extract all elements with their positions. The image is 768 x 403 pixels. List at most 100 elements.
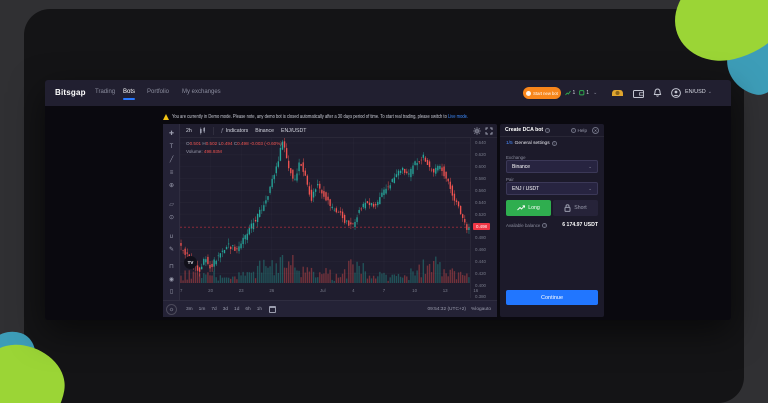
activity-indicators[interactable]: 11 ⌄ bbox=[565, 87, 597, 99]
price-tick: 0.520 bbox=[475, 212, 486, 217]
timeframe-button[interactable]: 2h bbox=[186, 128, 192, 134]
auto-scale-button[interactable]: auto bbox=[482, 307, 491, 312]
price-tick: 0.560 bbox=[475, 188, 486, 193]
time-tick: 20 bbox=[208, 288, 213, 293]
indicators-label: Indicators bbox=[226, 128, 249, 134]
clock-label[interactable]: 09:54:32 (UTC+2) bbox=[427, 307, 466, 312]
time-tick: 16 bbox=[473, 288, 478, 293]
time-tick: 4 bbox=[352, 288, 354, 293]
step-help-icon[interactable]: ? bbox=[552, 141, 557, 146]
expand-chart-icon[interactable] bbox=[485, 127, 493, 135]
price-tick: 0.420 bbox=[475, 271, 486, 276]
trash-tool-icon[interactable]: ▯ bbox=[163, 287, 180, 298]
long-button[interactable]: Long bbox=[506, 200, 551, 216]
help-label: Help bbox=[578, 128, 587, 133]
rewards-icon[interactable] bbox=[611, 88, 624, 98]
exchange-select[interactable]: Binance ⌄ bbox=[506, 160, 598, 173]
nav-item-portfolio[interactable]: Portfolio bbox=[147, 89, 169, 95]
pair-button[interactable]: ENJ/USDT bbox=[281, 128, 306, 134]
demo-mode-banner: You are currently in Demo mode. Please n… bbox=[163, 110, 533, 124]
notifications-bell-icon[interactable] bbox=[653, 88, 662, 98]
chart-panel: ✚ T ╱ ≡ ⊕ ▱ ⊙ ∪ ✎ ⊓ ◉▯ 2h ƒ Indicators Binance ENJ… bbox=[163, 124, 497, 317]
range-7d-button[interactable]: 7d bbox=[211, 307, 216, 312]
candlestick-chart[interactable] bbox=[180, 138, 470, 283]
app-window: Bitsgap Trading Bots Portfolio My exchanges… bbox=[45, 80, 731, 320]
draw-tool-icon[interactable]: ✎ bbox=[163, 245, 180, 256]
chevron-down-icon: ⌄ bbox=[708, 89, 712, 95]
eye-tool-icon[interactable]: ◉ bbox=[163, 275, 180, 286]
live-mode-link[interactable]: Live mode. bbox=[448, 114, 468, 120]
navbar-icons bbox=[611, 85, 681, 101]
active-deals-indicator[interactable]: 1 bbox=[579, 90, 589, 96]
range-buttons: 3m 1m 7d 3d 1d 6h 1h bbox=[183, 307, 265, 312]
zoom-tool-icon[interactable]: ⊙ bbox=[163, 213, 180, 224]
price-axis[interactable]: 0.6400.6200.6000.5800.5600.5400.5200.480… bbox=[470, 138, 497, 298]
range-3m-button[interactable]: 3m bbox=[186, 307, 193, 312]
exchange-button[interactable]: Binance bbox=[255, 128, 274, 134]
function-icon: ƒ bbox=[221, 128, 224, 134]
trendline-tool-icon[interactable]: ╱ bbox=[163, 155, 180, 166]
banner-text: You are currently in Demo mode. Please n… bbox=[172, 114, 448, 120]
balance-label: Available balance ? bbox=[506, 223, 547, 228]
start-new-bot-label: Start new bot bbox=[533, 91, 558, 96]
time-tick: Jul bbox=[320, 288, 326, 293]
text-tool-icon[interactable]: T bbox=[163, 142, 180, 153]
indicators-button[interactable]: ƒ Indicators bbox=[221, 128, 249, 134]
chevron-down-icon: ⌄ bbox=[588, 186, 592, 192]
shapes-tool-icon[interactable]: ⊕ bbox=[163, 181, 180, 192]
locale-selector[interactable]: EN/USD ⌄ bbox=[685, 89, 712, 95]
active-bots-indicator[interactable]: 1 bbox=[565, 90, 575, 96]
ideas-bulb-icon[interactable]: ☼ bbox=[166, 304, 177, 315]
step-title: General settings bbox=[515, 141, 550, 146]
long-label: Long bbox=[528, 205, 540, 211]
start-new-bot-button[interactable]: Start new bot bbox=[523, 87, 561, 99]
calendar-icon[interactable] bbox=[269, 306, 276, 313]
available-balance-row: Available balance ? 6 174.97 USDT bbox=[506, 222, 598, 228]
chevron-down-icon[interactable]: ⌄ bbox=[593, 90, 597, 96]
crosshair-tool-icon[interactable]: ✚ bbox=[163, 129, 180, 140]
drawing-tools-toolbar: ✚ T ╱ ≡ ⊕ ▱ ⊙ ∪ ✎ ⊓ ◉▯ bbox=[163, 124, 180, 317]
chart-window-icons bbox=[473, 127, 493, 135]
bitsgap-logo[interactable]: Bitsgap bbox=[55, 88, 86, 97]
chart-up-icon bbox=[565, 90, 571, 96]
step-indicator: 1/5 General settings ? bbox=[506, 141, 557, 146]
time-tick: 23 bbox=[239, 288, 244, 293]
price-tick: 0.460 bbox=[475, 247, 486, 252]
magnet-tool-icon[interactable]: ∪ bbox=[163, 232, 180, 243]
help-button[interactable]: ? Help bbox=[571, 128, 587, 133]
fib-retracement-tool-icon[interactable]: ≡ bbox=[163, 168, 180, 179]
tradingview-logo[interactable]: TV bbox=[184, 256, 197, 269]
short-button[interactable]: Short bbox=[553, 200, 598, 216]
chart-type-icon[interactable] bbox=[199, 127, 206, 135]
create-dca-bot-panel: Create DCA bot ? ? Help ✕ 1/5 General se… bbox=[500, 124, 604, 317]
range-1d-button[interactable]: 1d bbox=[234, 307, 239, 312]
close-panel-icon[interactable]: ✕ bbox=[592, 127, 599, 134]
range-3d-button[interactable]: 3d bbox=[223, 307, 228, 312]
nav-item-trading[interactable]: Trading bbox=[95, 89, 115, 95]
chevron-down-icon: ⌄ bbox=[588, 164, 592, 170]
scale-buttons: %logauto bbox=[471, 307, 491, 312]
pair-value: ENJ / USDT bbox=[512, 186, 539, 192]
chart-settings-gear-icon[interactable] bbox=[473, 127, 481, 135]
range-1m-button[interactable]: 1m bbox=[199, 307, 206, 312]
pair-select[interactable]: ENJ / USDT ⌄ bbox=[506, 182, 598, 195]
continue-button[interactable]: Continue bbox=[506, 290, 598, 305]
step-number: 1/5 bbox=[506, 141, 513, 146]
time-tick: 26 bbox=[269, 288, 274, 293]
ruler-tool-icon[interactable]: ▱ bbox=[163, 200, 180, 211]
chart-toolbar: 2h ƒ Indicators Binance ENJ/USDT bbox=[180, 124, 497, 138]
nav-item-bots[interactable]: Bots bbox=[123, 89, 135, 95]
bot-icon bbox=[526, 91, 531, 96]
balance-help-icon[interactable]: ? bbox=[542, 223, 547, 228]
title-help-icon[interactable]: ? bbox=[545, 128, 550, 133]
nav-item-my-exchanges[interactable]: My exchanges bbox=[182, 89, 221, 95]
lock-tool-icon[interactable]: ⊓ bbox=[163, 262, 180, 273]
square-icon bbox=[579, 90, 585, 96]
price-tick: 0.540 bbox=[475, 200, 486, 205]
account-avatar-icon[interactable] bbox=[671, 88, 681, 98]
locale-label: EN/USD bbox=[685, 89, 706, 95]
wallet-icon[interactable] bbox=[633, 89, 644, 98]
range-1h-button[interactable]: 1h bbox=[257, 307, 262, 312]
range-6h-button[interactable]: 6h bbox=[245, 307, 250, 312]
time-axis[interactable]: 17202326Jul47101316 bbox=[180, 283, 480, 298]
